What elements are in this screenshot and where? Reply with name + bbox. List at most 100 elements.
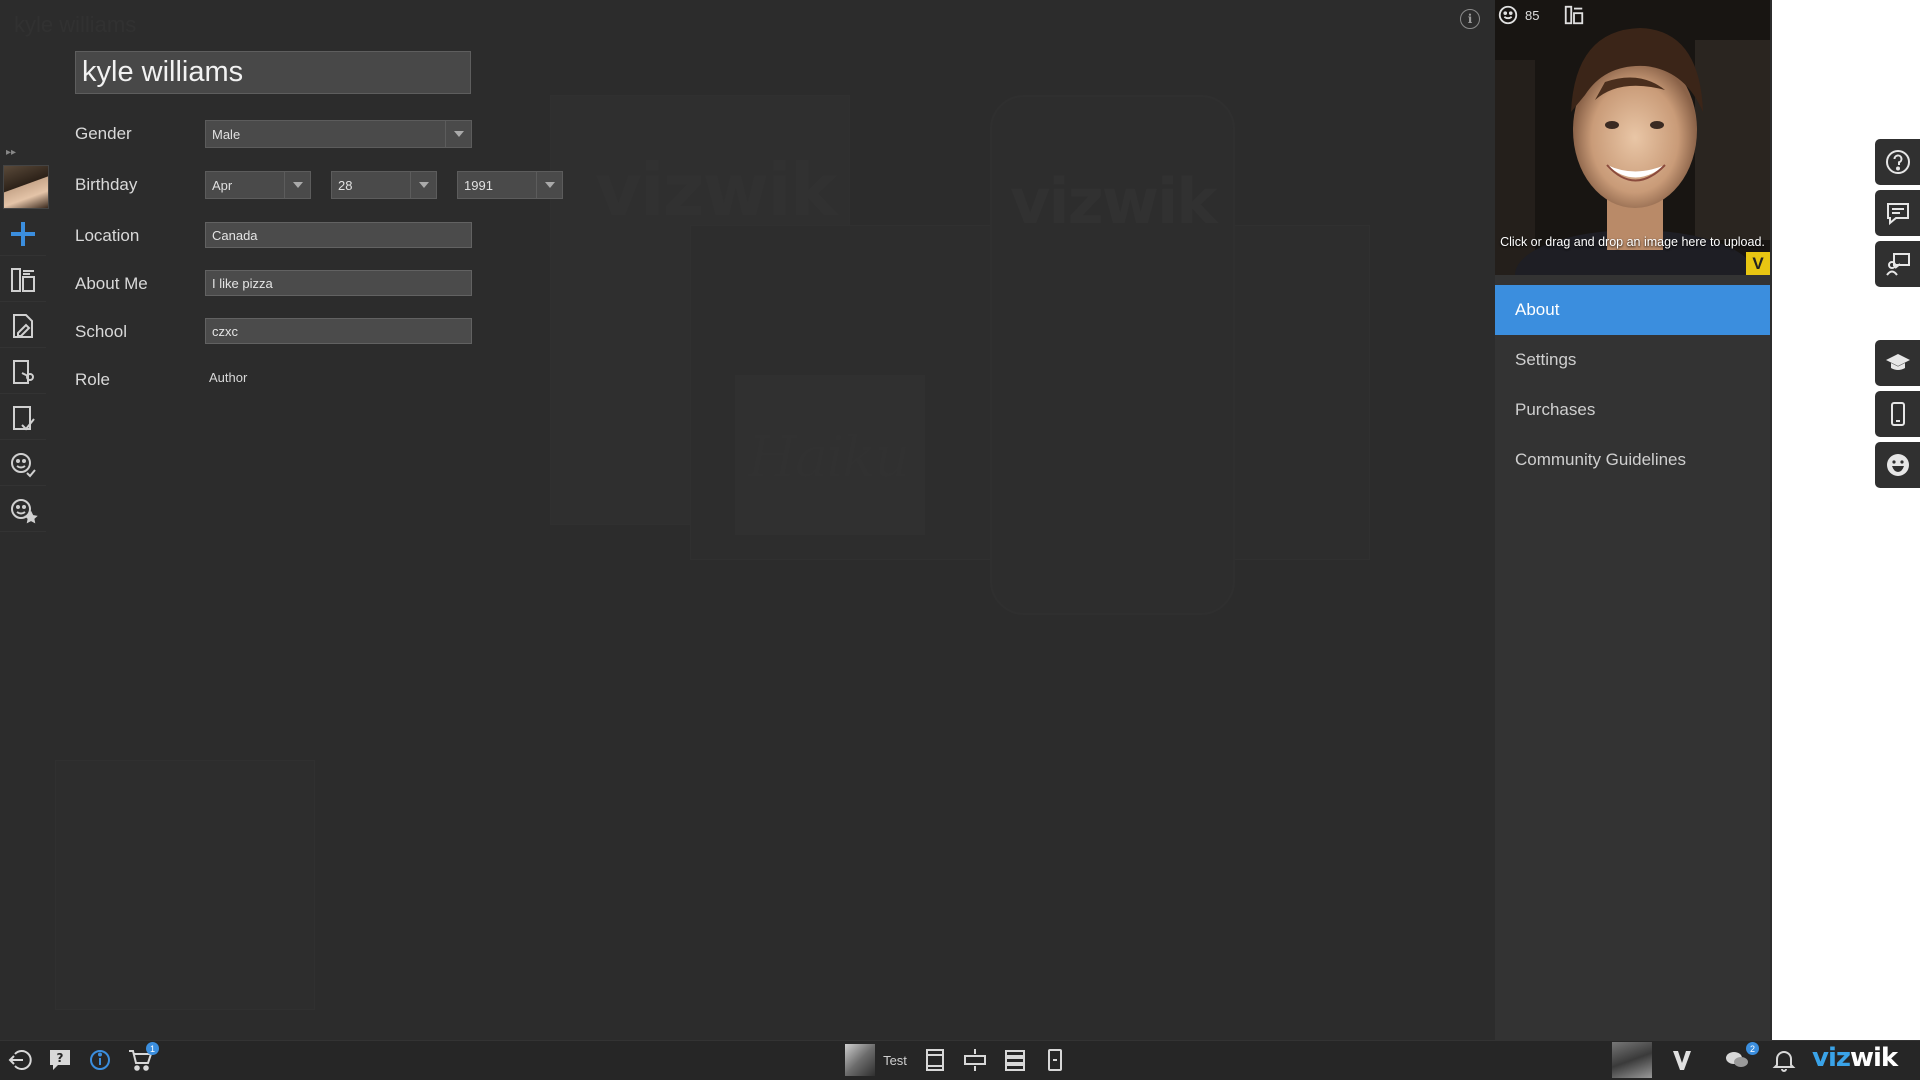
brand-suffix: wik — [1850, 1043, 1898, 1073]
tutorials-button[interactable] — [1875, 340, 1920, 386]
review-app-button[interactable] — [0, 396, 46, 440]
smiley-icon — [1886, 454, 1909, 476]
tab-settings[interactable]: Settings — [1495, 335, 1770, 385]
gender-select[interactable]: Male — [205, 120, 472, 148]
background-phone-logo: vizwik — [1010, 165, 1218, 238]
add-button[interactable] — [0, 212, 46, 256]
birthday-day-select[interactable]: 28 — [331, 171, 437, 199]
feedback-button[interactable] — [1875, 190, 1920, 236]
messages-button[interactable]: 2 — [1718, 1040, 1759, 1080]
background-haiku-text: Haiku — [748, 425, 910, 490]
rail-expand-icon[interactable]: ▸▸ — [6, 147, 16, 158]
question-chat-icon: ? — [50, 1050, 70, 1070]
birthday-year-select[interactable]: 1991 — [457, 171, 563, 199]
role-label: Role — [75, 370, 110, 389]
favorites-button[interactable] — [0, 488, 46, 532]
edit-document-icon — [13, 313, 33, 338]
edit-app-button[interactable] — [0, 304, 46, 348]
profile-photo-dropzone[interactable]: Click or drag and drop an image here to … — [1495, 0, 1770, 275]
birthday-day-value: 28 — [338, 177, 353, 193]
stack-icon — [1005, 1050, 1025, 1071]
project-label: Test — [883, 1052, 907, 1068]
vizwik-logo: vizwik — [1812, 1043, 1898, 1073]
layout-stack-button[interactable] — [1000, 1040, 1030, 1080]
presentation-button[interactable] — [1875, 241, 1920, 287]
phone-icon — [1890, 402, 1905, 426]
layout-center-button[interactable] — [960, 1040, 990, 1080]
app-window: kyle williams vizwik vizwik Haiku ▸▸ kyl… — [0, 0, 1920, 1080]
phone-icon — [1048, 1049, 1062, 1071]
location-field[interactable]: Canada — [205, 222, 472, 248]
tablet-icon — [926, 1049, 944, 1071]
chevron-down-icon — [410, 172, 436, 198]
project-thumbnail[interactable] — [845, 1044, 875, 1076]
photo-upload-hint: Click or drag and drop an image here to … — [1500, 235, 1765, 249]
birthday-month-value: Apr — [212, 177, 233, 193]
brand-prefix: viz — [1812, 1043, 1851, 1073]
panel-tabs: About Settings Purchases Community Guide… — [1495, 285, 1770, 485]
cart-button[interactable]: 1 — [122, 1040, 159, 1080]
social-button[interactable] — [1875, 442, 1920, 488]
chat-icon — [1886, 203, 1909, 226]
smiley-check-icon — [11, 452, 36, 477]
school-label: School — [75, 322, 127, 341]
checklist-icon — [13, 405, 35, 430]
dashboard-icon — [11, 267, 35, 292]
birthday-label: Birthday — [75, 175, 138, 194]
community-button[interactable] — [0, 442, 46, 486]
exit-button[interactable] — [4, 1040, 36, 1080]
chevron-down-icon — [445, 121, 471, 147]
vizwik-menu-button[interactable] — [1665, 1040, 1699, 1080]
chevron-down-icon — [284, 172, 310, 198]
profile-side-panel: Click or drag and drop an image here to … — [1495, 0, 1770, 1040]
notifications-button[interactable] — [1768, 1040, 1800, 1080]
plus-icon — [11, 221, 35, 246]
align-center-icon — [964, 1049, 986, 1071]
points-counter[interactable]: 85 — [1497, 3, 1585, 27]
messages-count-badge: 2 — [1746, 1042, 1759, 1055]
smiley-icon — [1498, 5, 1518, 25]
gender-value: Male — [212, 126, 241, 142]
tab-about[interactable]: About — [1495, 285, 1770, 335]
dashboard-button[interactable] — [0, 258, 46, 302]
cart-count-badge: 1 — [146, 1042, 159, 1055]
school-field[interactable]: czxc — [205, 318, 472, 344]
profile-name-input[interactable]: kyle williams — [75, 51, 471, 94]
help-icon — [1885, 150, 1910, 174]
info-icon[interactable]: i — [1460, 9, 1480, 29]
birthday-year-value: 1991 — [464, 177, 493, 193]
birthday-month-select[interactable]: Apr — [205, 171, 311, 199]
layout-phone-button[interactable] — [1040, 1040, 1070, 1080]
background-list-panel — [55, 760, 315, 1010]
help-chat-button[interactable]: ? — [44, 1040, 76, 1080]
project-label-container[interactable]: Test — [880, 1040, 910, 1080]
background-editor-canvas: kyle williams vizwik vizwik Haiku — [0, 0, 1480, 1040]
dashboard-icon — [1565, 5, 1584, 25]
info-icon — [90, 1050, 110, 1070]
bell-icon — [1772, 1051, 1796, 1072]
chevron-down-icon — [536, 172, 562, 198]
background-logo: vizwik — [595, 148, 838, 232]
smiley-star-icon — [11, 498, 38, 523]
info-button[interactable] — [84, 1040, 116, 1080]
role-value: Author — [209, 370, 248, 385]
about-me-field[interactable]: I like pizza — [205, 270, 472, 296]
v-logo-icon — [1673, 1051, 1691, 1070]
contact-avatar[interactable] — [1612, 1042, 1652, 1078]
exit-icon — [8, 1050, 32, 1070]
vizwik-badge: V — [1746, 252, 1770, 275]
location-label: Location — [75, 226, 140, 245]
gender-label: Gender — [75, 124, 132, 143]
background-title: kyle williams — [14, 12, 137, 37]
share-document-icon — [13, 359, 34, 384]
share-app-button[interactable] — [0, 350, 46, 394]
help-button[interactable] — [1875, 139, 1920, 185]
svg-text:?: ? — [57, 1051, 64, 1065]
device-preview-button[interactable] — [1875, 391, 1920, 437]
tab-community-guidelines[interactable]: Community Guidelines — [1495, 435, 1770, 485]
layout-tablet-button[interactable] — [920, 1040, 950, 1080]
tab-purchases[interactable]: Purchases — [1495, 385, 1770, 435]
graduation-cap-icon — [1885, 354, 1910, 370]
user-avatar[interactable] — [3, 165, 49, 209]
points-count: 85 — [1525, 7, 1540, 23]
